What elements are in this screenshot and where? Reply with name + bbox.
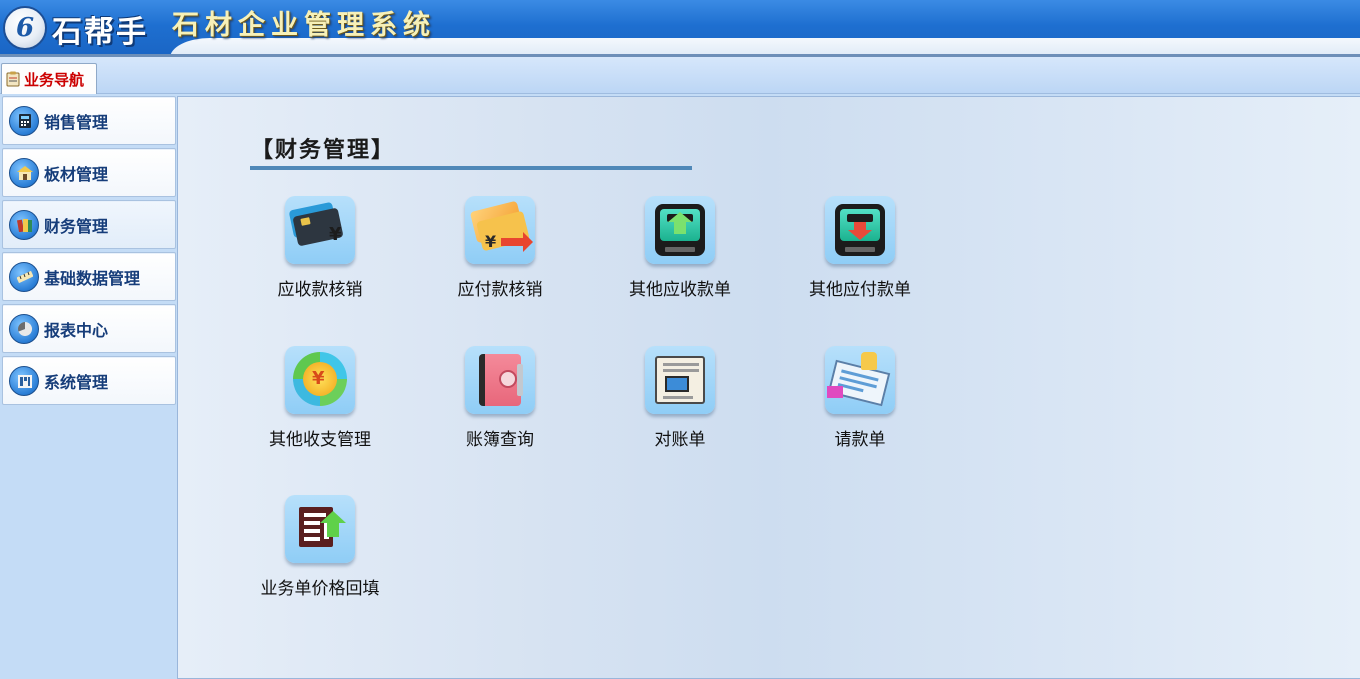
clipboard-icon bbox=[6, 71, 20, 87]
sidebar-item-label: 报表中心 bbox=[44, 320, 109, 340]
card-pay-icon: ¥ bbox=[465, 196, 535, 264]
system-title: 石材企业管理系统 bbox=[172, 10, 436, 41]
chart-icon bbox=[9, 313, 39, 344]
tile-label: 对账单 bbox=[654, 430, 706, 450]
card-receive-icon: ¥ bbox=[285, 196, 355, 264]
page-title: 【财务管理】 bbox=[251, 137, 396, 163]
pos-in-icon bbox=[645, 196, 715, 264]
sidebar-item-label: 财务管理 bbox=[44, 216, 109, 236]
tile-payable-writeoff[interactable]: ¥ 应付款核销 bbox=[420, 196, 580, 306]
sidebar-item-label: 基础数据管理 bbox=[44, 268, 141, 288]
brand-name: 石帮手 bbox=[52, 15, 148, 50]
books-icon bbox=[9, 209, 39, 240]
pos-out-icon bbox=[825, 196, 895, 264]
sidebar-item-system[interactable]: 系统管理 bbox=[2, 356, 176, 405]
main-panel: 【财务管理】 ¥ 应收款核销 ¥ 应付款核销 其他应收款单 其他应付款单 ¥ 其… bbox=[177, 96, 1360, 679]
sidebar-item-sales[interactable]: 销售管理 bbox=[2, 96, 176, 145]
sidebar-item-label: 系统管理 bbox=[44, 372, 109, 392]
tab-business-navigation[interactable]: 业务导航 bbox=[1, 63, 97, 94]
tile-statement[interactable]: 对账单 bbox=[600, 346, 760, 456]
logo-icon: 6 bbox=[3, 6, 47, 50]
tile-ledger-query[interactable]: 账簿查询 bbox=[420, 346, 580, 456]
statement-icon bbox=[645, 346, 715, 414]
tile-label: 其他收支管理 bbox=[269, 430, 371, 450]
tile-label: 请款单 bbox=[834, 430, 886, 450]
sidebar-item-basic-data[interactable]: 基础数据管理 bbox=[2, 252, 176, 301]
tile-label: 应收款核销 bbox=[277, 280, 363, 300]
ledger-book-icon bbox=[465, 346, 535, 414]
tile-label: 业务单价格回填 bbox=[260, 579, 380, 599]
tile-label: 其他应收款单 bbox=[629, 280, 731, 300]
ruler-icon bbox=[9, 261, 39, 292]
tile-price-backfill[interactable]: 业务单价格回填 bbox=[240, 495, 400, 605]
building-icon bbox=[9, 365, 39, 396]
title-underline bbox=[250, 166, 692, 170]
sidebar-item-slab[interactable]: 板材管理 bbox=[2, 148, 176, 197]
tile-other-income-expense[interactable]: ¥ 其他收支管理 bbox=[240, 346, 400, 456]
tile-other-payable[interactable]: 其他应付款单 bbox=[780, 196, 940, 306]
price-backfill-icon bbox=[285, 495, 355, 563]
tab-strip: 业务导航 bbox=[0, 57, 1360, 94]
app-header: 6 石帮手 石材企业管理系统 bbox=[0, 0, 1360, 57]
house-icon bbox=[9, 157, 39, 188]
tile-receivable-writeoff[interactable]: ¥ 应收款核销 bbox=[240, 196, 400, 306]
tile-label: 应付款核销 bbox=[457, 280, 543, 300]
tile-other-receivable[interactable]: 其他应收款单 bbox=[600, 196, 760, 306]
sidebar-item-label: 板材管理 bbox=[44, 164, 109, 184]
sidebar-item-label: 销售管理 bbox=[44, 112, 109, 132]
sidebar-item-report-center[interactable]: 报表中心 bbox=[2, 304, 176, 353]
tile-label: 账簿查询 bbox=[466, 430, 534, 450]
request-doc-icon bbox=[825, 346, 895, 414]
coin-ring-icon: ¥ bbox=[285, 346, 355, 414]
tile-payment-request[interactable]: 请款单 bbox=[780, 346, 940, 456]
tile-label: 其他应付款单 bbox=[809, 280, 911, 300]
sidebar: 销售管理 板材管理 财务管理 基础数据管理 报表中心 系统管理 bbox=[0, 94, 177, 679]
sidebar-item-finance[interactable]: 财务管理 bbox=[2, 200, 176, 249]
tab-label: 业务导航 bbox=[24, 70, 85, 89]
calculator-icon bbox=[9, 105, 39, 136]
